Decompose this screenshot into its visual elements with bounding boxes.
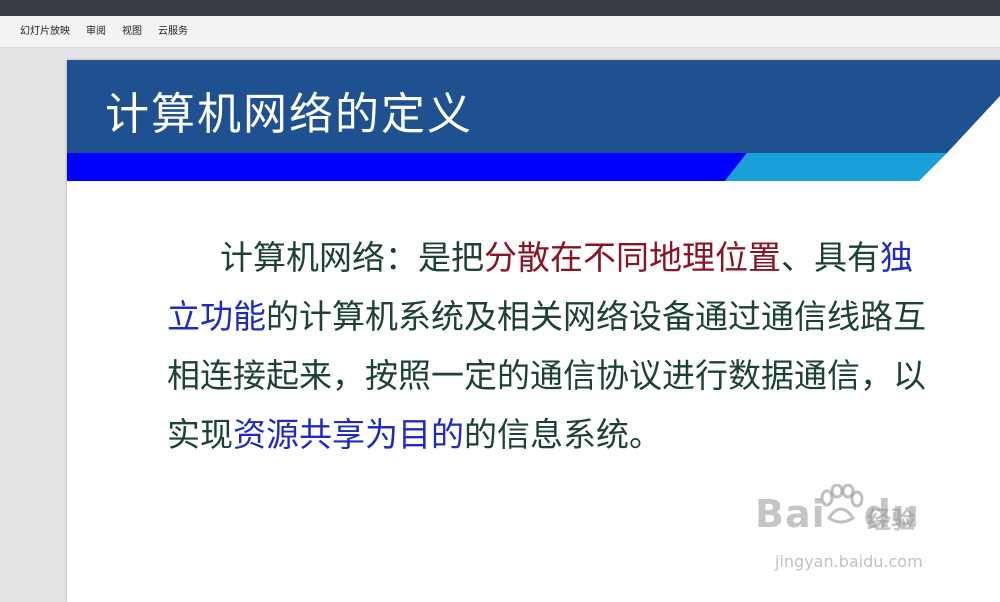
- body-text-2: 、具有: [781, 238, 880, 277]
- slide-body-text[interactable]: 计算机网络：是把分散在不同地理位置、具有独立功能的计算机系统及相关网络设备通过通…: [167, 228, 927, 464]
- paw-icon: [820, 484, 864, 524]
- menu-view[interactable]: 视图: [114, 16, 150, 48]
- body-text-4: 的信息系统。: [464, 415, 662, 454]
- body-text-1: 计算机网络：是把: [220, 238, 484, 277]
- slide-title[interactable]: 计算机网络的定义: [105, 78, 473, 142]
- highlight-distributed-locations: 分散在不同地理位置: [484, 238, 781, 277]
- menu-cloud-service[interactable]: 云服务: [150, 16, 196, 48]
- ribbon-menu-bar: 幻灯片放映 审阅 视图 云服务: [0, 16, 1000, 48]
- baidu-jingyan-watermark: Bai du 经验 jingyan.baidu.com: [755, 484, 945, 586]
- menu-review[interactable]: 审阅: [78, 16, 114, 48]
- watermark-url: jingyan.baidu.com: [775, 552, 923, 571]
- window-title-bar: [0, 0, 1000, 16]
- header-cyan-stripe: [725, 153, 947, 181]
- highlight-resource-sharing: 资源共享为目的: [233, 415, 464, 454]
- watermark-suffix: 经验: [867, 506, 915, 534]
- menu-slideshow[interactable]: 幻灯片放映: [12, 16, 78, 48]
- header-blue-stripe: [67, 153, 747, 181]
